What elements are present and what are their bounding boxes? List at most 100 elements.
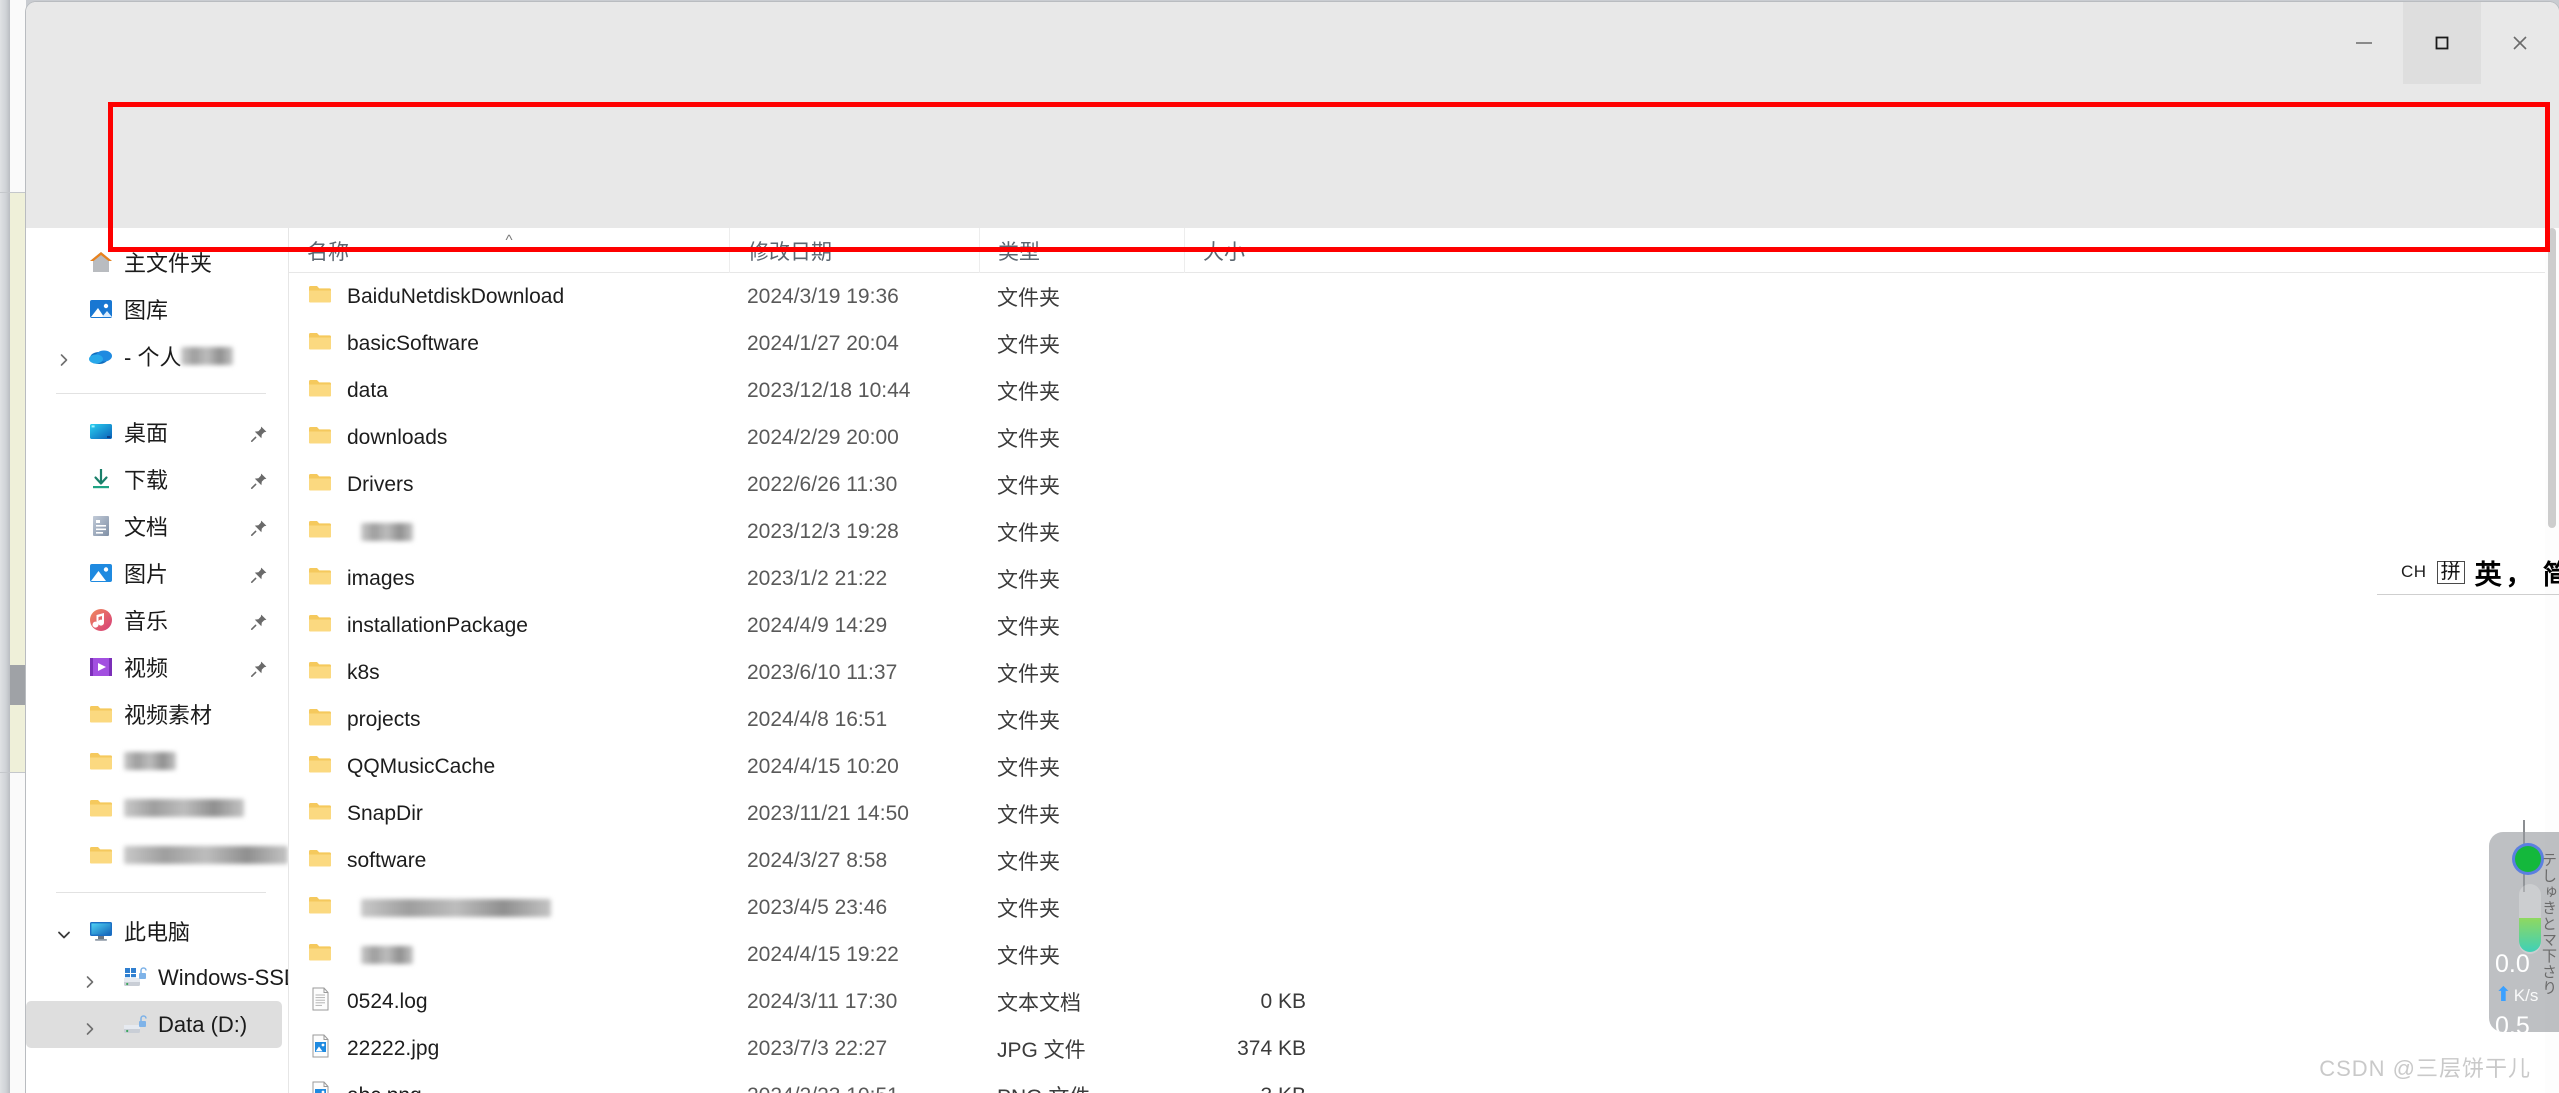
column-header-name[interactable]: ^ 名称 xyxy=(289,228,729,273)
table-row[interactable]: 2023/4/5 23:46 文件夹 xyxy=(289,884,2559,931)
sidebar-item-2[interactable]: - 个人 xyxy=(26,332,288,379)
chevron-right-icon[interactable] xyxy=(82,1017,98,1035)
file-name-cell[interactable] xyxy=(307,884,551,931)
file-name-cell[interactable]: downloads xyxy=(307,414,447,461)
table-row[interactable]: k8s 2023/6/10 11:37 文件夹 xyxy=(289,649,2559,696)
column-header-date[interactable]: 修改日期 xyxy=(729,228,979,273)
close-button[interactable] xyxy=(2481,2,2559,84)
sidebar-item-label: 图片 xyxy=(124,561,169,587)
image-file-icon xyxy=(307,1033,333,1065)
file-name-cell[interactable]: QQMusicCache xyxy=(307,743,495,790)
pin-icon[interactable] xyxy=(250,470,268,489)
table-row[interactable]: BaiduNetdiskDownload 2024/3/19 19:36 文件夹 xyxy=(289,273,2559,320)
table-row[interactable]: abc.png 2024/2/23 10:51 PNG 文件 3 KB xyxy=(289,1072,2559,1093)
table-row[interactable]: projects 2024/4/8 16:51 文件夹 xyxy=(289,696,2559,743)
network-speed-widget[interactable]: テしゅきとマ下さり 0.0 ⬆ K/s 0.5 ⬇ K/s xyxy=(2489,832,2559,1032)
file-name-cell[interactable]: projects xyxy=(307,696,421,743)
file-name-cell[interactable]: software xyxy=(307,837,426,884)
table-row[interactable]: 2024/4/15 19:22 文件夹 xyxy=(289,931,2559,978)
maximize-button[interactable] xyxy=(2403,2,2481,84)
chevron-right-icon[interactable] xyxy=(82,970,98,988)
sidebar-item-4[interactable]: 下载 xyxy=(26,455,288,502)
sidebar-item-3[interactable]: 桌面 xyxy=(26,408,288,455)
file-name-label: software xyxy=(347,848,427,872)
file-size-cell xyxy=(1184,414,1306,461)
sidebar-item-9[interactable]: 视频素材 xyxy=(26,690,288,737)
table-row[interactable]: downloads 2024/2/29 20:00 文件夹 xyxy=(289,414,2559,461)
folder-icon xyxy=(307,751,333,783)
navigation-pane[interactable]: 主文件夹 图库 - 个人桌面 下载 文档图片音乐 视频 视频素材此电脑 Windows-SSD… xyxy=(26,228,289,1093)
chevron-right-icon[interactable] xyxy=(56,348,72,366)
file-name-cell[interactable]: data xyxy=(307,367,388,414)
sidebar-item-6[interactable]: 图片 xyxy=(26,549,288,596)
table-row[interactable]: installationPackage 2024/4/9 14:29 文件夹 xyxy=(289,602,2559,649)
file-type-cell: 文件夹 xyxy=(997,286,1060,310)
ime-underline xyxy=(2377,594,2559,595)
file-name-cell[interactable]: Drivers xyxy=(307,461,414,508)
sidebar-item-7[interactable]: 音乐 xyxy=(26,596,288,643)
ime-language-label[interactable]: CH xyxy=(2401,562,2427,582)
pin-icon[interactable] xyxy=(250,611,268,630)
sidebar-item-10[interactable] xyxy=(26,737,288,784)
file-name-cell[interactable]: 22222.jpg xyxy=(307,1025,439,1072)
table-row[interactable]: 22222.jpg 2023/7/3 22:27 JPG 文件 374 KB xyxy=(289,1025,2559,1072)
table-row[interactable]: images 2023/1/2 21:22 文件夹 xyxy=(289,555,2559,602)
redacted-text xyxy=(181,346,234,365)
redacted-text xyxy=(361,945,413,964)
sidebar-item-13[interactable]: 此电脑 xyxy=(26,907,288,954)
file-name-label: BaiduNetdiskDownload xyxy=(347,284,565,308)
file-name-cell[interactable] xyxy=(307,931,413,978)
download-speed-value: 0.5 xyxy=(2495,1012,2530,1032)
file-name-cell[interactable]: BaiduNetdiskDownload xyxy=(307,273,564,320)
sidebar-item-1[interactable]: 图库 xyxy=(26,285,288,332)
file-name-cell[interactable]: images xyxy=(307,555,415,602)
ime-punctuation-button[interactable]: ， xyxy=(2506,553,2533,592)
sidebar-item-11[interactable] xyxy=(26,784,288,831)
file-name-cell[interactable] xyxy=(307,508,413,555)
file-name-cell[interactable]: SnapDir xyxy=(307,790,423,837)
ime-width-button[interactable]: 简 xyxy=(2543,553,2559,592)
column-header-type[interactable]: 类型 xyxy=(979,228,1184,273)
pin-icon[interactable] xyxy=(250,423,268,442)
sidebar-item-14[interactable]: Windows-SSD (C xyxy=(26,954,288,1001)
file-size-cell: 0 KB xyxy=(1260,989,1306,1013)
sidebar-item-5[interactable]: 文档 xyxy=(26,502,288,549)
table-row[interactable]: 2023/12/3 19:28 文件夹 xyxy=(289,508,2559,555)
table-row[interactable]: software 2024/3/27 8:58 文件夹 xyxy=(289,837,2559,884)
pin-icon[interactable] xyxy=(250,517,268,536)
command-toolbar[interactable] xyxy=(26,84,2559,228)
file-date-cell: 2023/1/2 21:22 xyxy=(747,566,888,590)
folder-icon xyxy=(307,469,333,501)
maximize-icon xyxy=(2431,32,2453,54)
ime-mode-button[interactable]: 拼 xyxy=(2436,560,2465,584)
column-header-size[interactable]: 大小 xyxy=(1184,228,1324,273)
ime-status-bar[interactable]: CH 拼 英 ， 简 xyxy=(2377,550,2559,594)
file-name-cell[interactable]: k8s xyxy=(307,649,380,696)
file-list-pane[interactable]: ^ 名称 修改日期 类型 大小 BaiduNetdiskDownload 2024/3/1… xyxy=(289,228,2559,1093)
chevron-down-icon[interactable] xyxy=(56,923,72,939)
file-name-cell[interactable]: installationPackage xyxy=(307,602,528,649)
table-row[interactable]: Drivers 2022/6/26 11:30 文件夹 xyxy=(289,461,2559,508)
table-row[interactable]: SnapDir 2023/11/21 14:50 文件夹 xyxy=(289,790,2559,837)
minimize-button[interactable] xyxy=(2325,2,2403,84)
table-row[interactable]: QQMusicCache 2024/4/15 10:20 文件夹 xyxy=(289,743,2559,790)
table-row[interactable]: data 2023/12/18 10:44 文件夹 xyxy=(289,367,2559,414)
file-date-cell: 2023/4/5 23:46 xyxy=(747,895,888,919)
sidebar-item-8[interactable]: 视频 xyxy=(26,643,288,690)
sidebar-item-0[interactable]: 主文件夹 xyxy=(26,238,288,285)
file-name-cell[interactable]: 0524.log xyxy=(307,978,428,1025)
folder-icon xyxy=(88,701,114,727)
pin-icon[interactable] xyxy=(250,658,268,677)
sidebar-item-12[interactable] xyxy=(26,831,288,878)
table-row[interactable]: basicSoftware 2024/1/27 20:04 文件夹 xyxy=(289,320,2559,367)
scrollbar-thumb[interactable] xyxy=(2548,228,2556,528)
sidebar-item-15[interactable]: Data (D:) xyxy=(26,1001,282,1048)
ime-shape-button[interactable]: 英 xyxy=(2475,553,2502,592)
pin-icon[interactable] xyxy=(250,564,268,583)
file-rows[interactable]: BaiduNetdiskDownload 2024/3/19 19:36 文件夹 ba… xyxy=(289,273,2559,1093)
column-header-row[interactable]: ^ 名称 修改日期 类型 大小 xyxy=(289,228,2559,273)
file-name-cell[interactable]: abc.png xyxy=(307,1072,422,1093)
file-date-cell: 2023/7/3 22:27 xyxy=(747,1036,888,1060)
table-row[interactable]: 0524.log 2024/3/11 17:30 文本文档 0 KB xyxy=(289,978,2559,1025)
file-name-cell[interactable]: basicSoftware xyxy=(307,320,479,367)
